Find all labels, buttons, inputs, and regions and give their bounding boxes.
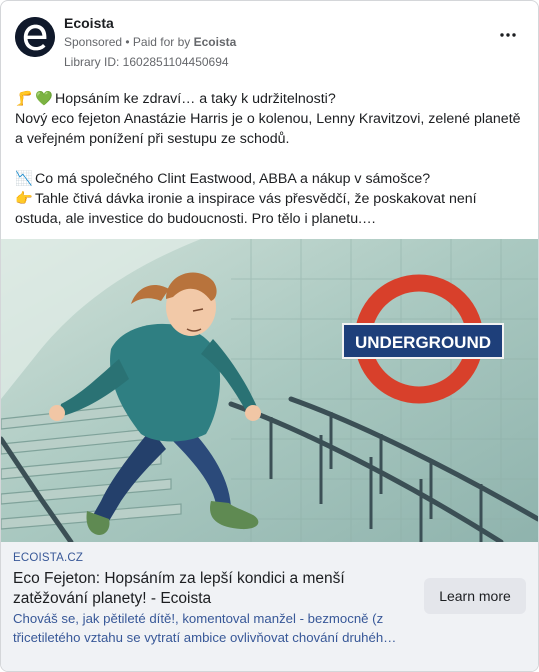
sponsored-meta: Sponsored • Paid for by Ecoista — [64, 35, 236, 49]
link-preview[interactable]: ECOISTA.CZ Eco Fejeton: Hopsáním za lepš… — [1, 542, 538, 671]
body-line-1: 🦵 💚 Hopsáním ke zdraví… a taky k udržiteln… — [15, 89, 525, 109]
chart-down-emoji-icon: 📉 — [15, 171, 33, 187]
body-line-4-text: Tahle čtivá dávka ironie a inspirace vás… — [15, 191, 477, 227]
more-dots-icon — [500, 33, 516, 37]
more-options-button[interactable] — [496, 27, 520, 43]
ad-card: Ecoista Sponsored • Paid for by Ecoista … — [0, 0, 539, 672]
link-description: Chováš se, jak pětileté dítě!, komentova… — [13, 611, 397, 645]
body-line-3: 📉 Co má společného Clint Eastwood, ABBA a… — [15, 169, 525, 189]
body-line-1-text: Hopsáním ke zdraví… a taky k udržitelnos… — [55, 91, 336, 107]
paid-by-name[interactable]: Ecoista — [194, 35, 237, 49]
page-name[interactable]: Ecoista — [64, 15, 114, 31]
paid-for-prefix: • Paid for by — [122, 35, 194, 49]
link-title[interactable]: Eco Fejeton: Hopsáním za lepší kondici a… — [13, 569, 403, 609]
underground-sign-text: UNDERGROUND — [355, 333, 491, 352]
ecoista-e-logo-icon — [15, 17, 55, 57]
ad-image[interactable]: UNDERGROUND — [1, 239, 538, 542]
learn-more-button[interactable]: Learn more — [424, 578, 526, 614]
sponsored-label: Sponsored — [64, 35, 123, 49]
link-domain: ECOISTA.CZ — [13, 552, 84, 564]
ad-header: Ecoista Sponsored • Paid for by Ecoista … — [15, 15, 524, 71]
ecoista-logo-avatar[interactable] — [15, 17, 55, 57]
body-line-4: 👉 Tahle čtivá dávka ironie a inspirace vá… — [15, 189, 525, 229]
body-line-2: Nový eco fejeton Anastázie Harris je o k… — [15, 111, 521, 147]
leg-emoji-icon: 🦵 — [15, 91, 33, 107]
ad-body-text: 🦵 💚 Hopsáním ke zdraví… a taky k udržiteln… — [15, 89, 525, 229]
library-id: Library ID: 1602851104450694 — [64, 55, 229, 69]
illustration-woman-stairs-underground: UNDERGROUND — [1, 239, 538, 542]
green-heart-emoji-icon: 💚 — [35, 91, 53, 107]
pointing-hand-emoji-icon: 👉 — [15, 191, 33, 207]
body-line-3-text: Co má společného Clint Eastwood, ABBA a … — [35, 171, 431, 187]
